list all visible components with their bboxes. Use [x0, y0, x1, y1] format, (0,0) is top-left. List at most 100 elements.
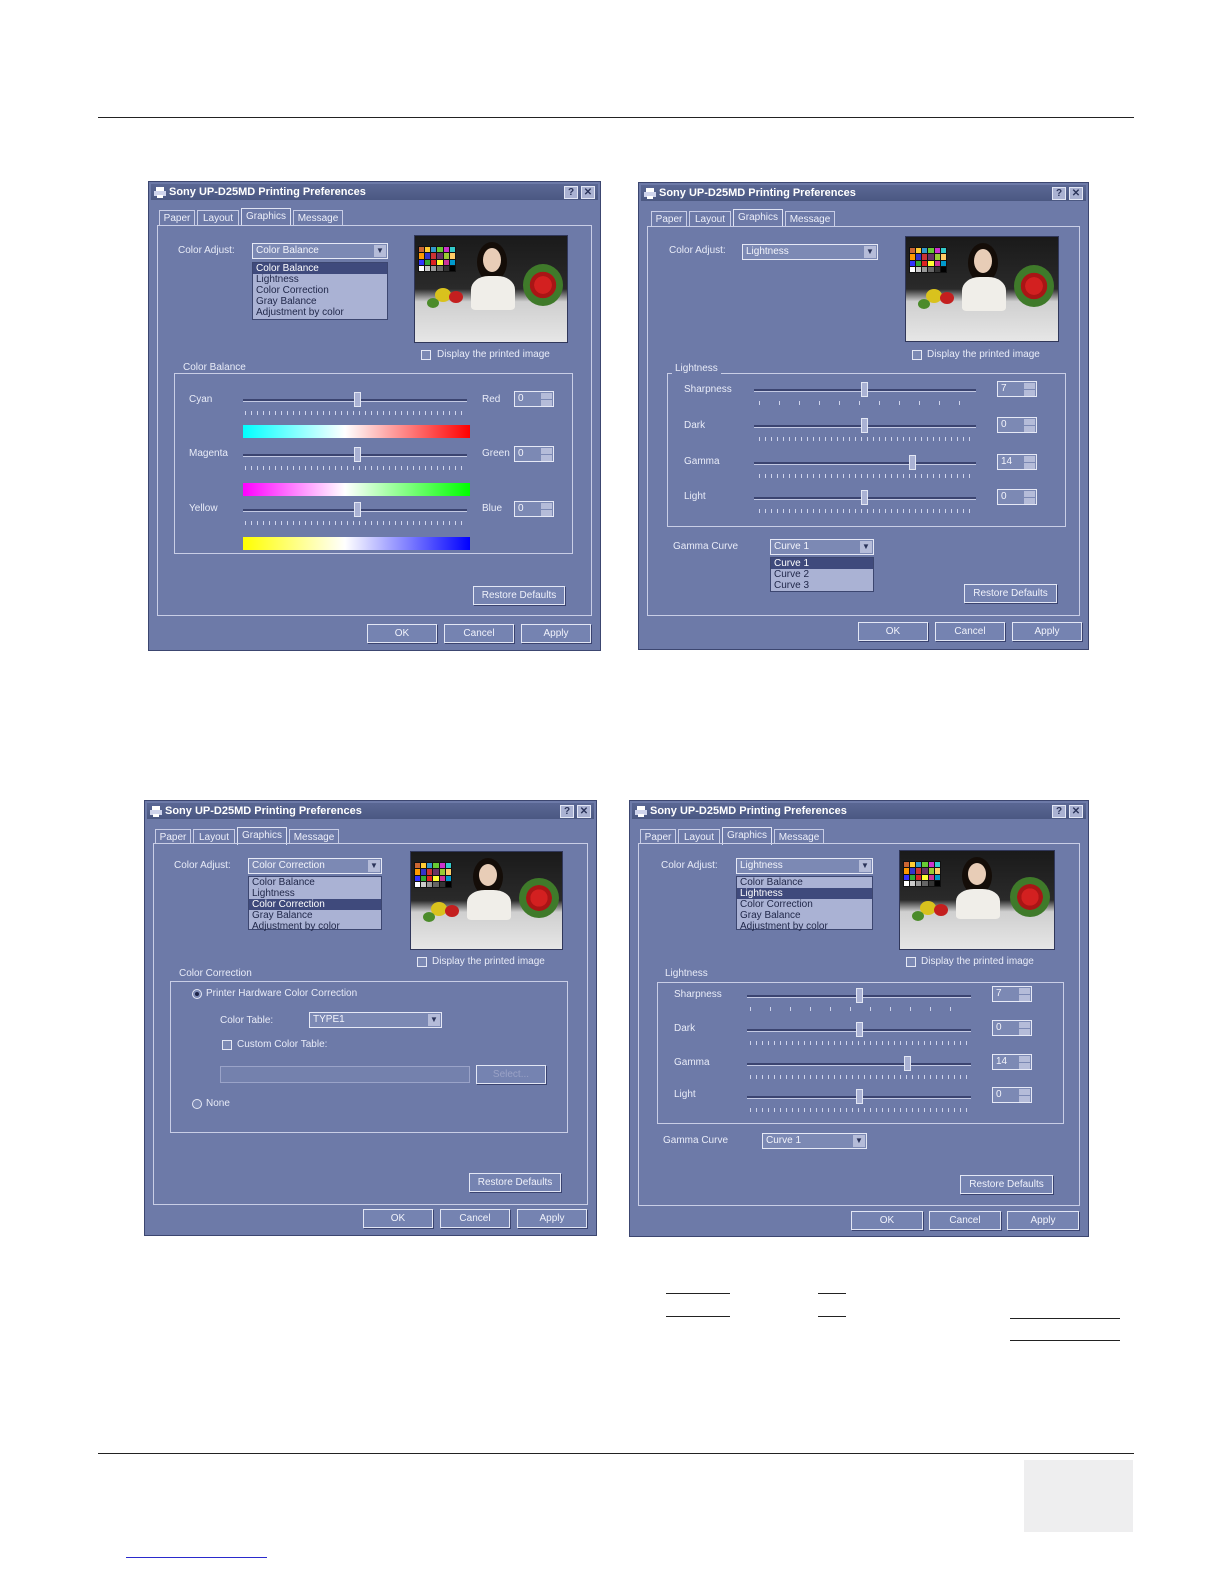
close-button[interactable]: ✕ [577, 805, 591, 818]
chevron-down-icon[interactable]: ▼ [864, 246, 876, 258]
yellow-blue-spinbox[interactable]: 0 [514, 501, 554, 517]
dropdown-option[interactable]: Color Balance [253, 263, 387, 274]
display-printed-checkbox[interactable] [912, 350, 922, 360]
restore-defaults-button[interactable]: Restore Defaults [960, 1175, 1053, 1194]
light-slider-thumb[interactable] [856, 1089, 863, 1104]
dropdown-option[interactable]: Curve 1 [771, 558, 873, 569]
display-printed-checkbox[interactable] [906, 957, 916, 967]
cancel-button[interactable]: Cancel [935, 622, 1005, 641]
tab-layout[interactable]: Layout [193, 829, 235, 844]
tab-layout[interactable]: Layout [689, 211, 731, 226]
dropdown-option[interactable]: Gray Balance [253, 296, 387, 307]
display-printed-checkbox[interactable] [421, 350, 431, 360]
gamma-slider-track[interactable] [754, 462, 976, 465]
dropdown-option[interactable]: Adjustment by color [737, 921, 872, 932]
ok-button[interactable]: OK [851, 1211, 923, 1230]
ok-button[interactable]: OK [363, 1209, 433, 1228]
gamma-slider-thumb[interactable] [909, 455, 916, 470]
cancel-button[interactable]: Cancel [440, 1209, 510, 1228]
dark-slider-thumb[interactable] [856, 1022, 863, 1037]
help-button[interactable]: ? [564, 186, 578, 199]
tab-message[interactable]: Message [785, 211, 835, 226]
dropdown-option[interactable]: Color Correction [737, 899, 872, 910]
color-adjust-select[interactable]: Color Correction ▼ [248, 858, 382, 874]
chevron-down-icon[interactable]: ▼ [859, 860, 871, 872]
chevron-down-icon[interactable]: ▼ [428, 1014, 440, 1026]
sharpness-slider-thumb[interactable] [861, 382, 868, 397]
gamma-slider-track[interactable] [747, 1063, 971, 1066]
help-button[interactable]: ? [1052, 805, 1066, 818]
dropdown-option[interactable]: Lightness [249, 888, 381, 899]
tab-layout[interactable]: Layout [678, 829, 720, 844]
chevron-down-icon[interactable]: ▼ [368, 860, 380, 872]
gamma-curve-select[interactable]: Curve 1 ▼ [770, 539, 874, 555]
dark-slider-thumb[interactable] [861, 418, 868, 433]
tab-message[interactable]: Message [293, 210, 343, 225]
none-radio[interactable] [192, 1099, 202, 1109]
printer-hw-correction-radio[interactable] [192, 989, 202, 999]
gamma-curve-select[interactable]: Curve 1 ▼ [762, 1133, 867, 1149]
dropdown-option[interactable]: Curve 2 [771, 569, 873, 580]
cyan-red-spinbox[interactable]: 0 [514, 391, 554, 407]
dark-spinbox[interactable]: 0 [992, 1020, 1032, 1036]
display-printed-checkbox[interactable] [417, 957, 427, 967]
color-adjust-select[interactable]: Lightness ▼ [736, 858, 873, 874]
color-table-select[interactable]: TYPE1 ▼ [309, 1012, 442, 1028]
light-spinbox[interactable]: 0 [997, 489, 1037, 505]
apply-button[interactable]: Apply [521, 624, 591, 643]
cyan-red-slider-thumb[interactable] [354, 392, 361, 407]
custom-color-table-checkbox[interactable] [222, 1040, 232, 1050]
chevron-down-icon[interactable]: ▼ [853, 1135, 865, 1147]
tab-message[interactable]: Message [289, 829, 339, 844]
dropdown-option[interactable]: Adjustment by color [253, 307, 387, 318]
restore-defaults-button[interactable]: Restore Defaults [473, 586, 565, 605]
tab-paper[interactable]: Paper [159, 210, 195, 225]
dark-spinbox[interactable]: 0 [997, 417, 1037, 433]
ok-button[interactable]: OK [367, 624, 437, 643]
chevron-down-icon[interactable]: ▼ [860, 541, 872, 553]
tab-graphics[interactable]: Graphics [241, 208, 291, 226]
custom-color-table-path[interactable] [220, 1066, 470, 1083]
color-adjust-select[interactable]: Lightness ▼ [742, 244, 878, 260]
tab-message[interactable]: Message [774, 829, 824, 844]
tab-paper[interactable]: Paper [651, 211, 687, 226]
yellow-blue-slider-thumb[interactable] [354, 502, 361, 517]
cancel-button[interactable]: Cancel [929, 1211, 1001, 1230]
dropdown-option[interactable]: Lightness [737, 888, 872, 899]
apply-button[interactable]: Apply [1007, 1211, 1079, 1230]
close-button[interactable]: ✕ [1069, 187, 1083, 200]
tab-graphics[interactable]: Graphics [733, 209, 783, 227]
dropdown-option[interactable]: Curve 3 [771, 580, 873, 591]
dropdown-option[interactable]: Color Balance [737, 877, 872, 888]
dropdown-option[interactable]: Gray Balance [737, 910, 872, 921]
ok-button[interactable]: OK [858, 622, 928, 641]
close-button[interactable]: ✕ [1069, 805, 1083, 818]
light-slider-thumb[interactable] [861, 490, 868, 505]
dropdown-option[interactable]: Color Correction [253, 285, 387, 296]
tab-layout[interactable]: Layout [197, 210, 239, 225]
apply-button[interactable]: Apply [517, 1209, 587, 1228]
restore-defaults-button[interactable]: Restore Defaults [469, 1173, 561, 1192]
dropdown-option[interactable]: Color Correction [249, 899, 381, 910]
tab-paper[interactable]: Paper [155, 829, 191, 844]
gamma-spinbox[interactable]: 14 [997, 454, 1037, 470]
light-spinbox[interactable]: 0 [992, 1087, 1032, 1103]
restore-defaults-button[interactable]: Restore Defaults [964, 584, 1057, 603]
chevron-down-icon[interactable]: ▼ [374, 245, 386, 257]
close-button[interactable]: ✕ [581, 186, 595, 199]
sharpness-spinbox[interactable]: 7 [997, 381, 1037, 397]
gamma-spinbox[interactable]: 14 [992, 1054, 1032, 1070]
dropdown-option[interactable]: Color Balance [249, 877, 381, 888]
color-adjust-select[interactable]: Color Balance ▼ [252, 243, 388, 259]
help-button[interactable]: ? [1052, 187, 1066, 200]
cancel-button[interactable]: Cancel [444, 624, 514, 643]
sharpness-spinbox[interactable]: 7 [992, 986, 1032, 1002]
dropdown-option[interactable]: Adjustment by color [249, 921, 381, 932]
help-button[interactable]: ? [560, 805, 574, 818]
gamma-slider-thumb[interactable] [904, 1056, 911, 1071]
sharpness-slider-thumb[interactable] [856, 988, 863, 1003]
select-button[interactable]: Select... [476, 1065, 546, 1084]
apply-button[interactable]: Apply [1012, 622, 1082, 641]
dropdown-option[interactable]: Gray Balance [249, 910, 381, 921]
tab-paper[interactable]: Paper [640, 829, 676, 844]
